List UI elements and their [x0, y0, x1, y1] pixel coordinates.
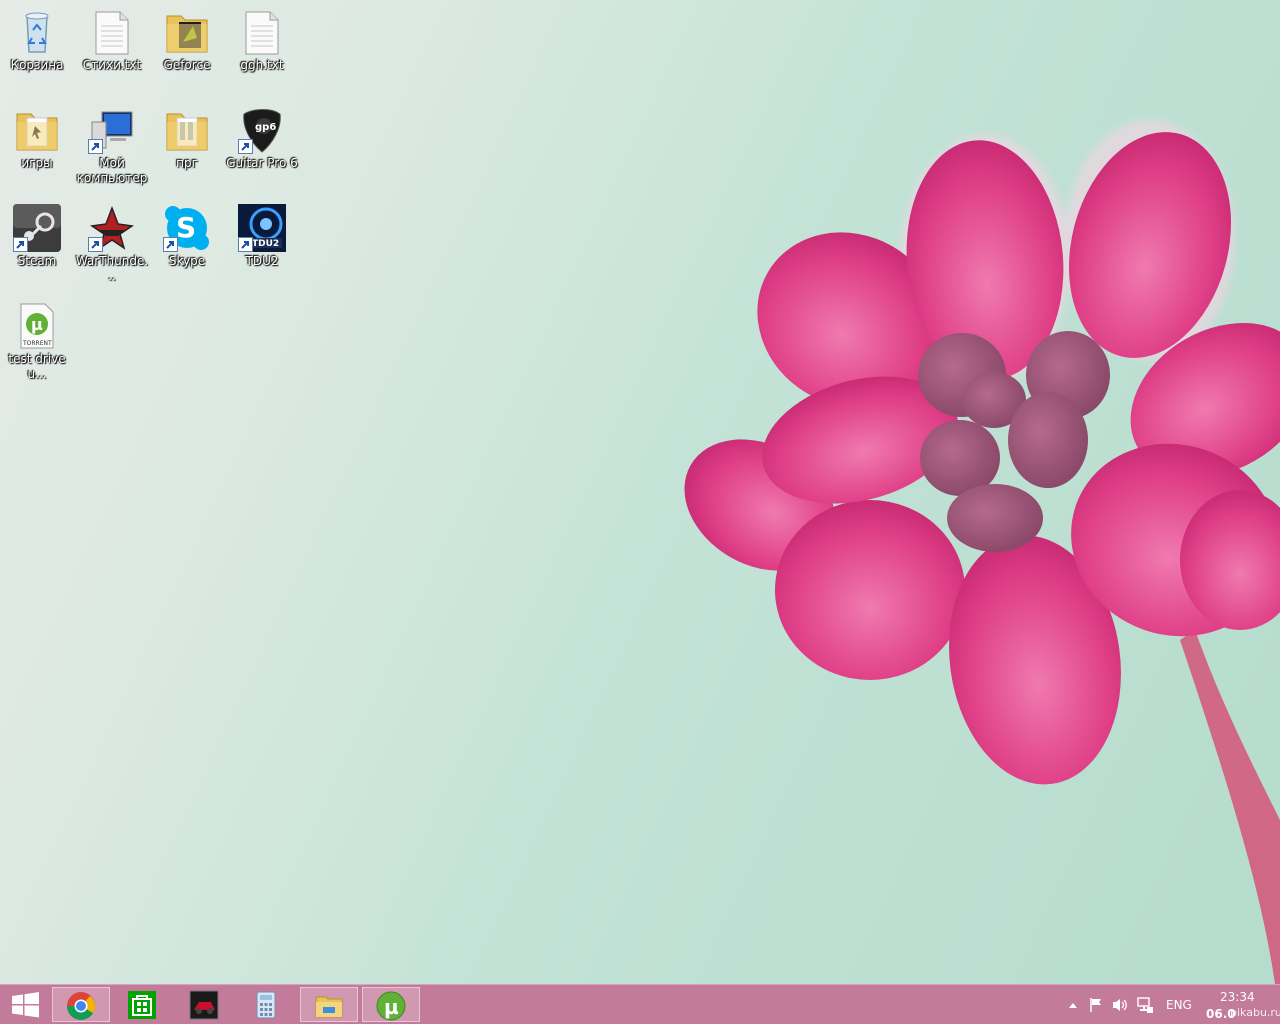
shortcut-arrow-icon [88, 237, 103, 252]
taskbar-app-chrome[interactable] [52, 987, 110, 1022]
store-icon [128, 991, 156, 1019]
icon-label: игры [21, 156, 53, 170]
watermark-text: pikabu.ru [1230, 1006, 1280, 1019]
steam-icon [13, 204, 61, 252]
calculator-icon [256, 991, 276, 1019]
shortcut-arrow-icon [238, 139, 253, 154]
system-tray: ENG 23:34 06.0 pikabu.ru [1064, 985, 1280, 1025]
desktop-icon-my-computer[interactable]: Мой компьютер [75, 102, 149, 186]
shortcut-arrow-icon [163, 237, 178, 252]
desktop-icon-ggh-txt[interactable]: ggh.txt [225, 4, 299, 73]
taskbar: µ ENG 23:34 06.0 pikabu.ru [0, 984, 1280, 1024]
text-file-icon [238, 8, 286, 56]
desktop-icon-test-drive-torrent[interactable]: µ TORRENT test drive u... [0, 298, 74, 382]
language-indicator[interactable]: ENG [1166, 998, 1192, 1012]
desktop-icon-prg[interactable]: прг [150, 102, 224, 171]
svg-text:gp6: gp6 [255, 122, 276, 133]
svg-text:µ: µ [31, 315, 43, 334]
svg-text:µ: µ [384, 995, 399, 1019]
desktop-icon-stikhi-txt[interactable]: Стихи.txt [75, 4, 149, 73]
icon-label: Geforce [163, 58, 211, 72]
icon-label: Корзина [10, 58, 64, 72]
icon-label: Мой компьютер [76, 156, 148, 185]
racing-game-icon [189, 990, 219, 1020]
desktop-icon-recycle-bin[interactable]: Корзина [0, 4, 74, 73]
start-button[interactable] [0, 985, 50, 1025]
desktop[interactable]: Корзина Стихи.txt Geforce ggh.txt игры М… [0, 0, 1280, 984]
utorrent-icon: µ [376, 991, 406, 1021]
icon-label: Стихи.txt [82, 58, 142, 72]
show-hidden-icons-icon[interactable] [1068, 1001, 1078, 1009]
shortcut-arrow-icon [88, 139, 103, 154]
guitar-pro-icon: gp6 [238, 106, 286, 154]
desktop-icon-skype[interactable]: S Skype [150, 200, 224, 269]
action-center-flag-icon[interactable] [1088, 997, 1104, 1013]
torrent-file-icon: µ TORRENT [13, 302, 61, 350]
svg-text:TORRENT: TORRENT [22, 340, 52, 347]
svg-text:S: S [176, 211, 196, 244]
icon-label: ggh.txt [240, 58, 284, 72]
desktop-icon-steam[interactable]: Steam [0, 200, 74, 269]
desktop-icon-igry[interactable]: игры [0, 102, 74, 171]
folder-icon [13, 106, 61, 154]
shortcut-arrow-icon [238, 237, 253, 252]
icon-label: Guitar Pro 6 [226, 156, 298, 170]
warthunder-icon [88, 204, 136, 252]
icon-label: прг [176, 156, 198, 170]
windows-logo-icon [12, 992, 39, 1018]
text-file-icon [88, 8, 136, 56]
svg-text:TDU2: TDU2 [252, 239, 279, 249]
folder-icon [163, 8, 211, 56]
desktop-icon-geforce[interactable]: Geforce [150, 4, 224, 73]
clock-time[interactable]: 23:34 [1220, 990, 1255, 1004]
file-explorer-icon [315, 996, 343, 1018]
desktop-icon-tdu2[interactable]: TDU2 TDU2 [225, 200, 299, 269]
icon-label: Steam [17, 254, 57, 268]
taskbar-app-racing-game[interactable] [176, 987, 234, 1022]
tdu2-icon: TDU2 [238, 204, 286, 252]
desktop-icon-guitar-pro-6[interactable]: gp6 Guitar Pro 6 [225, 102, 299, 171]
taskbar-app-calculator[interactable] [238, 987, 296, 1022]
icon-label: test drive u... [8, 352, 66, 381]
taskbar-app-utorrent[interactable]: µ [362, 987, 420, 1022]
icon-label: WarThunde... [75, 254, 149, 283]
recycle-bin-icon [13, 8, 61, 56]
icon-label: TDU2 [245, 254, 279, 268]
skype-icon: S [163, 204, 211, 252]
taskbar-app-store[interactable] [114, 987, 172, 1022]
network-icon[interactable] [1136, 996, 1154, 1014]
chrome-icon [67, 992, 95, 1020]
volume-icon[interactable] [1111, 997, 1129, 1013]
icon-label: Skype [168, 254, 206, 268]
computer-icon [88, 106, 136, 154]
taskbar-app-file-explorer[interactable] [300, 987, 358, 1022]
desktop-icon-warthunder[interactable]: WarThunde... [75, 200, 149, 284]
folder-icon [163, 106, 211, 154]
shortcut-arrow-icon [13, 237, 28, 252]
